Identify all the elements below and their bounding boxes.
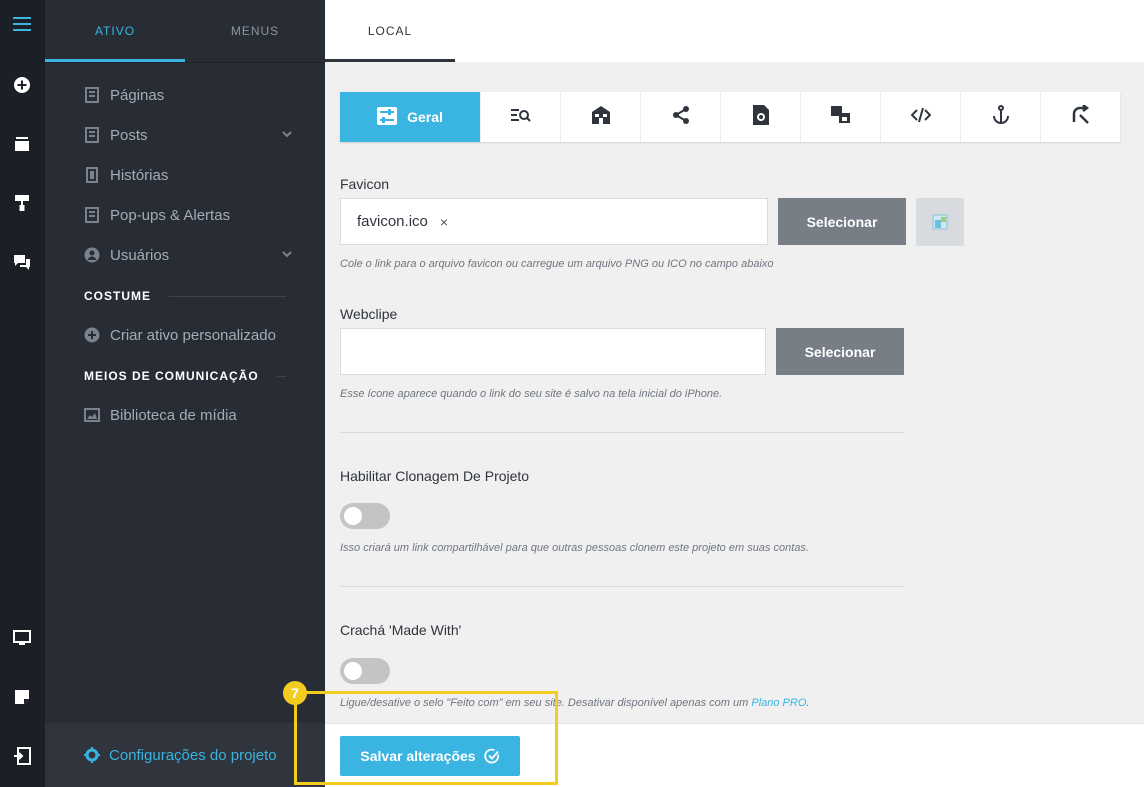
webclip-select-button[interactable]: Selecionar: [776, 328, 904, 375]
tab-menus[interactable]: MENUS: [185, 0, 325, 62]
storefront-icon: [591, 105, 611, 129]
chat-icon[interactable]: [8, 248, 36, 276]
section-heading-costume: COSTUME: [84, 286, 286, 306]
cloning-toggle[interactable]: [340, 503, 390, 529]
sidebar-item-usuarios[interactable]: Usuários: [83, 242, 293, 268]
add-circle-icon: [83, 326, 101, 344]
sidebar-item-label: Páginas: [110, 86, 165, 104]
favicon-help-text: Cole o link para o arquivo favicon ou ca…: [340, 258, 774, 270]
sidebar-item-criar-ativo[interactable]: Criar ativo personalizado: [83, 322, 293, 348]
tab-anchor[interactable]: [960, 92, 1040, 142]
favicon-input[interactable]: favicon.ico ×: [340, 198, 768, 245]
made-with-help-end: .: [806, 697, 810, 709]
favicon-select-button[interactable]: Selecionar: [778, 198, 906, 245]
seo-icon: [510, 107, 531, 128]
sidebar-item-historias[interactable]: Histórias: [83, 162, 293, 188]
sidebar-item-paginas[interactable]: Páginas: [83, 82, 293, 108]
translate-icon: [830, 105, 851, 129]
sidebar-item-label: Pop-ups & Alertas: [110, 206, 231, 224]
sidebar-item-label: Histórias: [110, 166, 169, 184]
sidebar-item-label: Usuários: [110, 246, 170, 264]
active-tab-indicator: [45, 59, 185, 62]
webclip-input[interactable]: [340, 328, 766, 375]
image-icon: [83, 406, 101, 424]
file-settings-icon: [752, 104, 769, 130]
tutorial-step-badge: 7: [283, 681, 307, 705]
chevron-down-icon[interactable]: [281, 127, 293, 144]
project-settings-label: Configurações do projeto: [109, 746, 277, 764]
sidebar-item-label: Biblioteca de mídia: [110, 406, 237, 424]
tab-seo[interactable]: [480, 92, 560, 142]
hamburger-menu-icon[interactable]: [8, 10, 36, 38]
favicon-value: favicon.ico: [357, 213, 428, 230]
webclip-label: Webclipe: [340, 306, 398, 322]
code-icon: [910, 107, 931, 128]
top-bar: LOCAL: [325, 0, 1144, 62]
toggle-knob: [344, 507, 362, 525]
webclip-help-text: Esse ícone aparece quando o link do seu …: [340, 388, 723, 400]
paint-roller-icon[interactable]: [8, 189, 36, 217]
tab-storefront[interactable]: [560, 92, 640, 142]
general-settings-icon: [377, 106, 398, 128]
made-with-label: Crachá 'Made With': [340, 622, 462, 638]
monitor-icon[interactable]: [8, 624, 36, 652]
section-divider: [340, 586, 904, 587]
section-divider: [169, 295, 286, 297]
tab-code[interactable]: [880, 92, 960, 142]
sidebar: ATIVO MENUS Páginas Posts Histórias Pop-…: [45, 0, 325, 787]
page-icon: [83, 126, 101, 144]
chevron-down-icon[interactable]: [281, 247, 293, 264]
tab-ativo[interactable]: ATIVO: [45, 0, 185, 62]
tab-redirect[interactable]: [1040, 92, 1120, 142]
project-settings-link[interactable]: Configurações do projeto: [45, 723, 325, 787]
exit-icon[interactable]: [8, 742, 36, 770]
section-divider: [276, 375, 286, 377]
sidebar-item-label: Posts: [110, 126, 148, 144]
anchor-icon: [991, 104, 1011, 130]
tab-translate[interactable]: [800, 92, 880, 142]
cloning-label: Habilitar Clonagem De Projeto: [340, 468, 530, 484]
section-heading-label: MEIOS DE COMUNICAÇÃO: [84, 369, 259, 383]
user-icon: [83, 246, 101, 264]
sidebar-item-label: Criar ativo personalizado: [110, 326, 276, 344]
share-icon: [672, 105, 690, 129]
sticky-note-icon[interactable]: [8, 683, 36, 711]
sidebar-item-popups[interactable]: Pop-ups & Alertas: [83, 202, 293, 228]
active-tab-indicator: [325, 59, 455, 62]
tutorial-highlight-box: [294, 691, 558, 785]
tab-file-settings[interactable]: [720, 92, 800, 142]
layers-icon[interactable]: [8, 130, 36, 158]
section-divider: [340, 432, 904, 433]
settings-toolbar: Geral: [340, 92, 1120, 142]
sidebar-tabs: ATIVO MENUS: [45, 0, 325, 63]
page-icon: [83, 86, 101, 104]
plano-pro-link[interactable]: Plano PRO: [751, 697, 806, 709]
add-circle-icon[interactable]: [8, 71, 36, 99]
page-icon: [83, 206, 101, 224]
section-heading-label: COSTUME: [84, 289, 151, 303]
tab-geral[interactable]: Geral: [340, 92, 480, 142]
made-with-toggle[interactable]: [340, 658, 390, 684]
favicon-preview-thumbnail: [916, 198, 964, 246]
clear-icon[interactable]: ×: [440, 214, 448, 230]
sidebar-item-biblioteca[interactable]: Biblioteca de mídia: [83, 402, 293, 428]
redirect-icon: [1071, 103, 1091, 130]
story-icon: [83, 166, 101, 184]
gear-icon: [84, 747, 100, 763]
section-heading-media: MEIOS DE COMUNICAÇÃO: [84, 366, 286, 386]
tab-geral-label: Geral: [407, 109, 443, 125]
toggle-knob: [344, 662, 362, 680]
favicon-label: Favicon: [340, 176, 390, 192]
tab-local[interactable]: LOCAL: [325, 0, 455, 62]
tab-share[interactable]: [640, 92, 720, 142]
icon-rail: [0, 0, 45, 787]
sidebar-item-posts[interactable]: Posts: [83, 122, 293, 148]
cloning-help-text: Isso criará um link compartilhável para …: [340, 542, 809, 554]
